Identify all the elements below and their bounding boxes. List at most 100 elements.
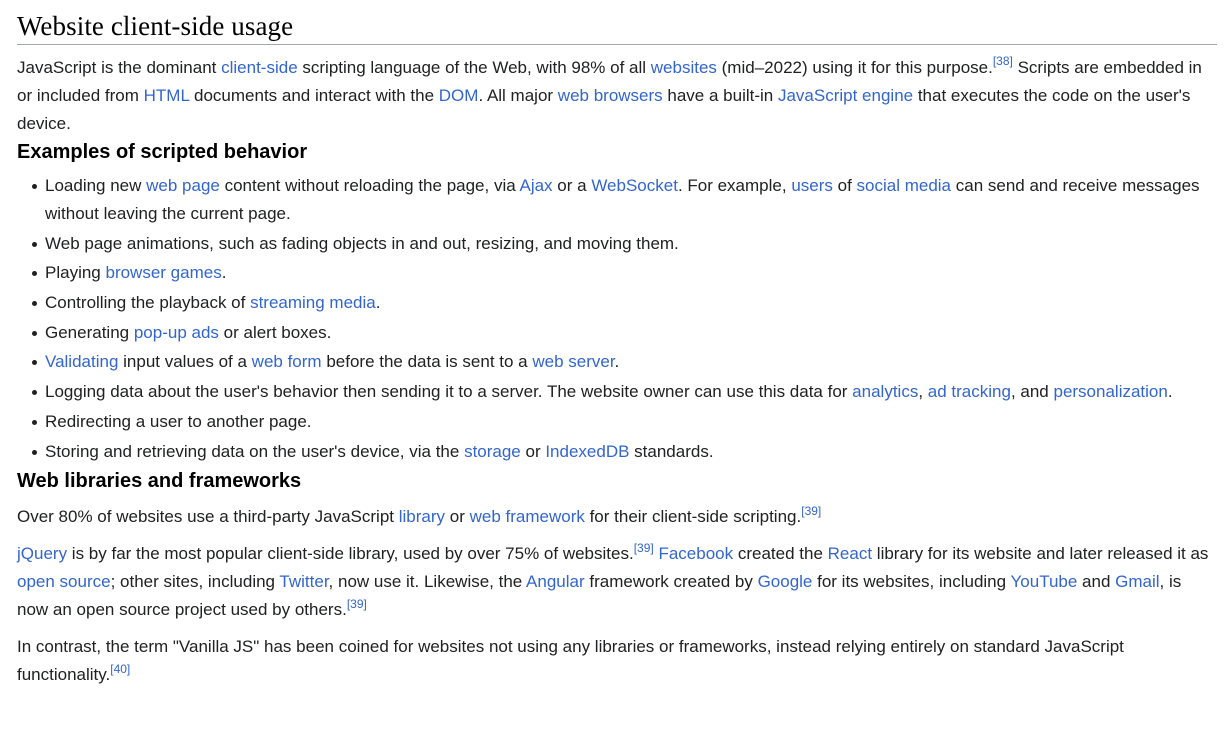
item-text: Loading new [45, 176, 147, 195]
intro-text: (mid–2022) using it for this purpose. [716, 58, 993, 77]
link-web-browsers[interactable]: web browsers [558, 86, 663, 105]
item-text: or [520, 441, 546, 461]
link-gmail[interactable]: Gmail [1115, 572, 1159, 591]
link-client-side[interactable]: client-side [221, 58, 298, 77]
link-ajax[interactable]: Ajax [519, 176, 552, 195]
link-web-page[interactable]: web page [146, 176, 220, 195]
item-text: Logging data about the user's behavior t… [45, 382, 853, 402]
link-social-media[interactable]: social media [857, 176, 952, 195]
link-personalization[interactable]: personalization [1053, 382, 1167, 401]
reference-link[interactable]: [39] [347, 597, 367, 611]
list-item: Playing browser games. [32, 259, 1217, 287]
reference-38[interactable]: [38] [993, 54, 1013, 68]
link-websocket[interactable]: WebSocket [591, 176, 678, 195]
list-item: Controlling the playback of streaming me… [32, 289, 1217, 317]
list-item: Validating input values of a web form be… [32, 348, 1217, 376]
link-pop-up-ads[interactable]: pop-up ads [134, 323, 219, 342]
reference-39[interactable]: [39] [347, 597, 367, 611]
item-text: . [614, 352, 620, 372]
libraries-heading: Web libraries and frameworks [17, 470, 302, 493]
item-text: Web page animations, such as fading obje… [45, 233, 679, 253]
link-storage[interactable]: storage [464, 442, 521, 461]
item-text: or alert boxes. [218, 322, 332, 342]
item-text: . [221, 263, 227, 283]
libraries-paragraph-3: In contrast, the term "Vanilla JS" has b… [17, 633, 1217, 689]
list-item: Storing and retrieving data on the user'… [32, 438, 1217, 466]
link-browser-games[interactable]: browser games [105, 263, 221, 282]
libraries-paragraph-2: jQuery is by far the most popular client… [17, 540, 1217, 624]
reference-link[interactable]: [40] [110, 662, 130, 676]
link-html[interactable]: HTML [144, 86, 190, 105]
link-google[interactable]: Google [758, 572, 813, 591]
para-text: framework created by [584, 572, 758, 592]
link-web-form[interactable]: web form [252, 352, 322, 371]
link-websites[interactable]: websites [651, 58, 717, 77]
article-content: Website client-side usage JavaScript is … [0, 0, 1225, 689]
para-text: for its websites, including [812, 572, 1011, 592]
item-text: input values of a [118, 352, 252, 372]
libraries-paragraph-1: Over 80% of websites use a third-party J… [17, 503, 1217, 531]
section-title: Website client-side usage [17, 8, 1217, 45]
reference-link[interactable]: [39] [634, 541, 654, 555]
item-text: Controlling the playback of [45, 293, 251, 313]
link-twitter[interactable]: Twitter [279, 572, 328, 591]
intro-text: scripting language of the Web, with 98% … [297, 58, 651, 77]
intro-text: JavaScript is the dominant [17, 58, 222, 77]
link-react[interactable]: React [828, 544, 872, 563]
item-text: , [918, 382, 928, 402]
link-jquery[interactable]: jQuery [17, 544, 67, 563]
intro-text: documents and interact with the [189, 86, 439, 105]
item-text: . [1167, 382, 1173, 402]
para-text: Over 80% of websites use a third-party J… [17, 507, 399, 527]
link-web-framework[interactable]: web framework [470, 507, 585, 526]
link-facebook[interactable]: Facebook [658, 544, 733, 563]
item-text: . For example, [677, 176, 792, 195]
item-text: Redirecting a user to another page. [45, 411, 312, 431]
intro-text: . All major [478, 86, 558, 105]
para-text: created the [733, 544, 828, 564]
link-javascript-engine[interactable]: JavaScript engine [778, 86, 913, 105]
para-text: ; other sites, including [110, 572, 280, 592]
examples-list: Loading new web page content without rel… [17, 172, 1217, 466]
link-analytics[interactable]: analytics [852, 382, 918, 401]
item-text: content without reloading the page, via [219, 176, 520, 195]
item-text: , and [1010, 382, 1054, 402]
link-ad-tracking[interactable]: ad tracking [928, 382, 1011, 401]
para-text: In contrast, the term "Vanilla JS" has b… [17, 637, 1124, 685]
link-open-source[interactable]: open source [17, 572, 111, 591]
para-text: is by far the most popular client-side l… [67, 544, 634, 564]
item-text: . [375, 293, 381, 313]
reference-40[interactable]: [40] [110, 662, 130, 676]
link-indexeddb[interactable]: IndexedDB [545, 442, 629, 461]
link-angular[interactable]: Angular [526, 572, 585, 591]
intro-text: have a built-in [662, 86, 778, 105]
para-text: and [1077, 572, 1116, 592]
item-text: before the data is sent to a [321, 352, 533, 372]
link-library[interactable]: library [399, 507, 445, 526]
link-users[interactable]: users [791, 176, 833, 195]
list-item: Redirecting a user to another page. [32, 408, 1217, 436]
para-text: , now use it. Likewise, the [328, 572, 527, 592]
list-item: Loading new web page content without rel… [32, 172, 1217, 228]
list-item: Logging data about the user's behavior t… [32, 378, 1217, 406]
item-text: of [832, 176, 857, 195]
item-text: Storing and retrieving data on the user'… [45, 441, 465, 461]
intro-paragraph: JavaScript is the dominant client-side s… [17, 54, 1217, 138]
para-text: for their client-side scripting. [584, 507, 802, 527]
link-youtube[interactable]: YouTube [1011, 572, 1078, 591]
para-text: library for its website and later releas… [872, 544, 1209, 564]
list-item: Web page animations, such as fading obje… [32, 230, 1217, 258]
examples-heading: Examples of scripted behavior [17, 141, 308, 163]
link-dom[interactable]: DOM [439, 86, 479, 105]
reference-link[interactable]: [39] [801, 504, 821, 518]
reference-39[interactable]: [39] [801, 504, 821, 518]
item-text: or a [552, 176, 592, 195]
link-validating[interactable]: Validating [45, 352, 118, 371]
reference-link[interactable]: [38] [993, 54, 1013, 68]
item-text: standards. [629, 441, 714, 461]
para-text: or [445, 507, 470, 527]
link-web-server[interactable]: web server [532, 352, 614, 371]
link-streaming-media[interactable]: streaming media [250, 293, 376, 312]
item-text: Playing [45, 263, 106, 283]
reference-39[interactable]: [39] [634, 541, 654, 555]
